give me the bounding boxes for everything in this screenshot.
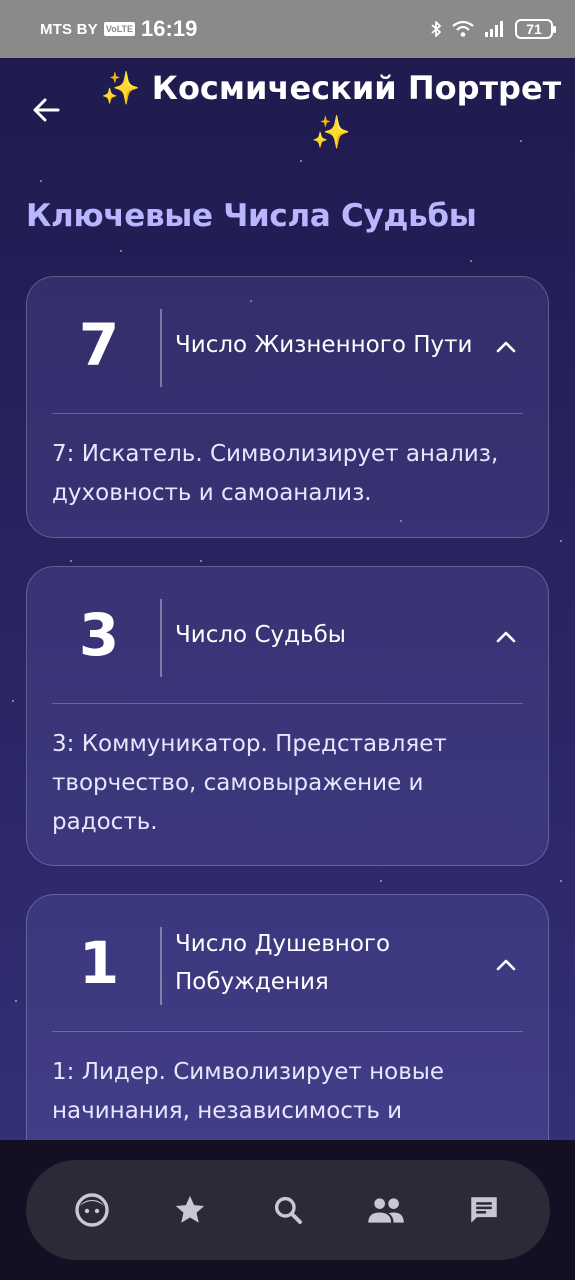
card-header[interactable]: 7 Число Жизненного Пути [27, 277, 548, 413]
search-icon [274, 1196, 302, 1224]
back-button[interactable] [26, 90, 66, 130]
divider [160, 309, 162, 387]
divider [160, 599, 162, 677]
people-icon [368, 1198, 404, 1223]
nav-item-chat[interactable] [464, 1190, 504, 1230]
card-description: 1: Лидер. Символизирует новые начинания,… [52, 1059, 445, 1124]
nav-item-profile[interactable] [72, 1190, 112, 1230]
bottom-nav [26, 1160, 550, 1260]
number-card-destiny[interactable]: 3 Число Судьбы 3: Коммуникатор. Представ… [26, 566, 549, 866]
card-header[interactable]: 1 Число Душевного Побуждения [27, 895, 548, 1031]
card-header[interactable]: 3 Число Судьбы [27, 567, 548, 703]
page-title: ✨ Космический Портрет ✨ [96, 66, 566, 154]
card-number: 1 [78, 929, 120, 997]
card-number: 7 [78, 311, 120, 379]
sparkles-icon: ✨ [311, 113, 351, 151]
signal-icon [484, 20, 506, 38]
card-description: 7: Искатель. Символизирует анализ, духов… [52, 441, 499, 506]
star-icon [175, 1195, 205, 1223]
nav-item-search[interactable] [268, 1190, 308, 1230]
chevron-up-icon[interactable] [494, 953, 518, 977]
arrow-left-icon [33, 98, 60, 122]
nav-item-favorites[interactable] [170, 1190, 210, 1230]
app-screen: MTS BY VoLTE 16:19 71 ✨ Космический Порт… [0, 0, 575, 1280]
card-number: 3 [78, 601, 120, 669]
card-label: Число Душевного Побуждения [175, 931, 391, 995]
chevron-up-icon[interactable] [494, 335, 518, 359]
card-label: Число Судьбы [175, 622, 346, 648]
divider [160, 927, 162, 1005]
card-label: Число Жизненного Пути [175, 332, 473, 358]
page-title-text: Космический Портрет [151, 69, 562, 107]
nav-item-people[interactable] [366, 1190, 406, 1230]
status-time: 16:19 [141, 16, 198, 41]
carrier-name: MTS BY [40, 20, 98, 38]
chat-icon [471, 1197, 497, 1223]
battery-icon: 71 [515, 19, 556, 39]
status-icons: 71 [430, 19, 556, 39]
card-description: 3: Коммуникатор. Представляет творчество… [52, 731, 447, 835]
volte-badge: VoLTE [103, 22, 136, 36]
sparkles-icon: ✨ [100, 69, 141, 107]
face-icon [75, 1193, 109, 1227]
number-card-life-path[interactable]: 7 Число Жизненного Пути 7: Искатель. Сим… [26, 276, 549, 538]
section-heading: Ключевые Числа Судьбы [26, 198, 477, 234]
bluetooth-icon [430, 20, 442, 38]
divider [52, 1031, 523, 1032]
chevron-up-icon[interactable] [494, 625, 518, 649]
divider [52, 413, 523, 414]
divider [52, 703, 523, 704]
wifi-icon [451, 20, 475, 38]
status-bar: MTS BY VoLTE 16:19 71 [0, 0, 575, 58]
